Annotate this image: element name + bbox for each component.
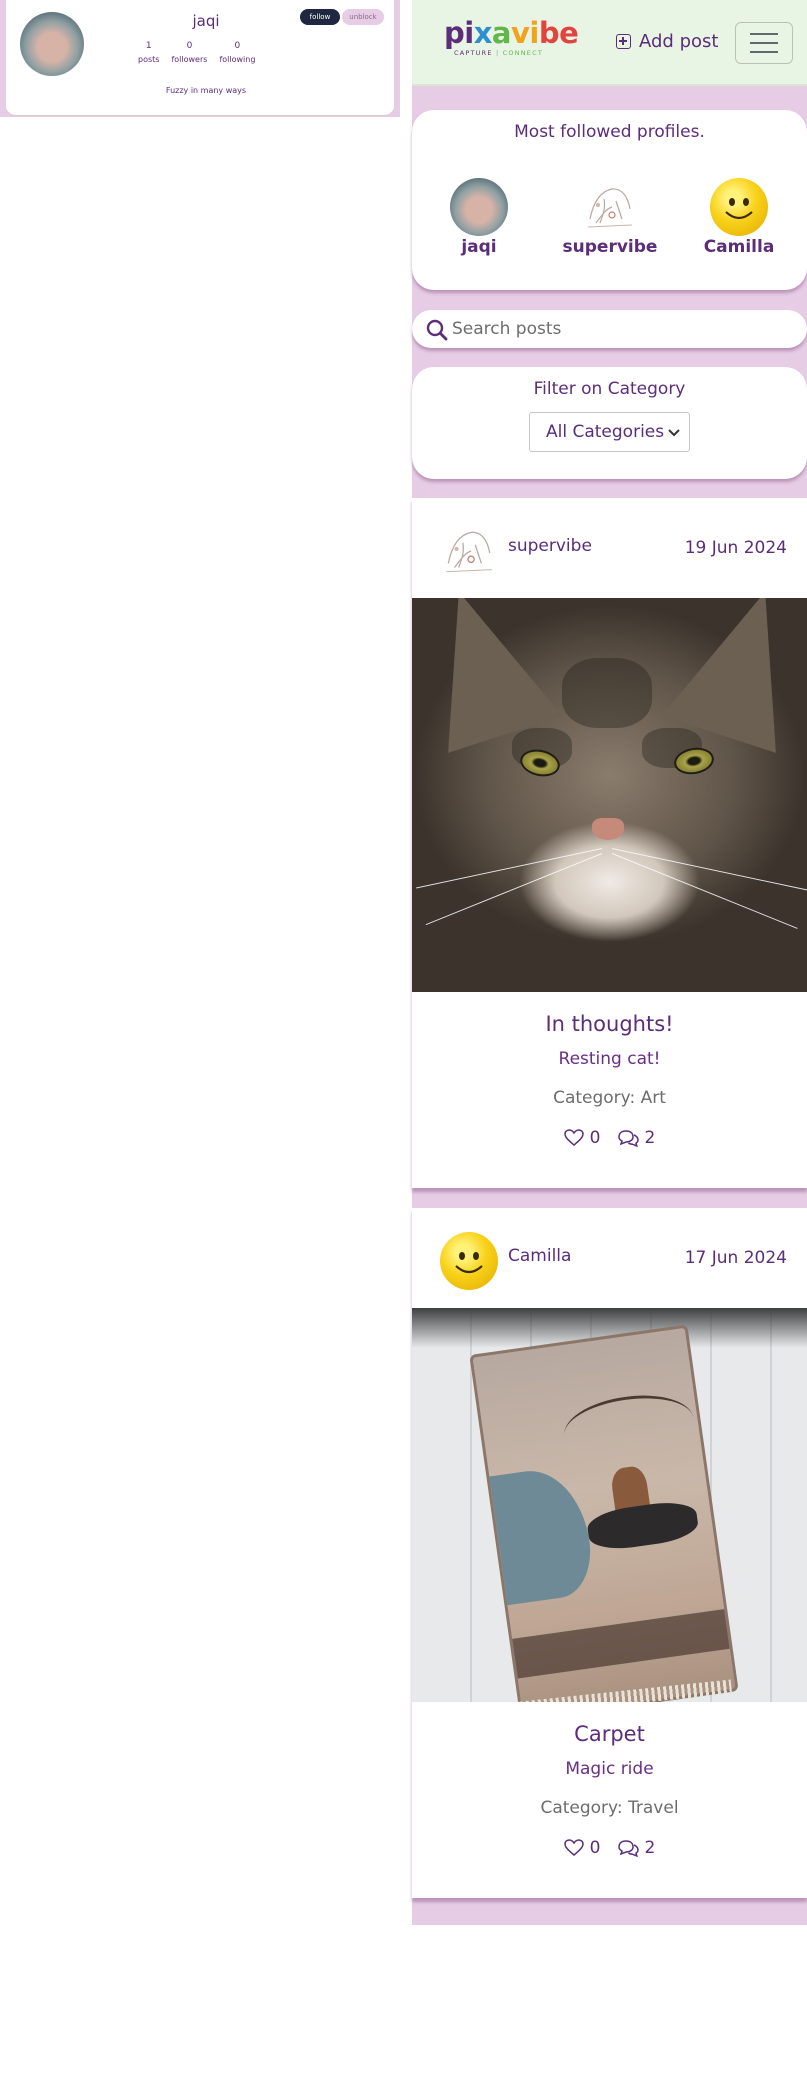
filter-panel: Filter on Category All Categories: [412, 367, 807, 479]
sketch-avatar-icon: [446, 531, 492, 573]
comments-icon[interactable]: [617, 1839, 639, 1857]
comment-count: 2: [644, 1838, 656, 1858]
post-date: 19 Jun 2024: [684, 538, 787, 558]
avatar[interactable]: [440, 522, 498, 580]
rug-donkey: [585, 1498, 700, 1554]
heart-icon[interactable]: [563, 1129, 584, 1147]
stat-following: 0 following: [219, 40, 255, 66]
navbar: pixavibe CAPTURE | CONNECT Add post: [412, 0, 807, 86]
post-card: Camilla 17 Jun 2024 Carpet Magic ride Ca…: [412, 1208, 807, 1898]
smiley-icon: [455, 1252, 483, 1274]
most-followed-title: Most followed profiles.: [514, 122, 705, 142]
plus-square-icon: [616, 34, 631, 49]
post-title: Carpet: [574, 1722, 645, 1746]
cat-nose: [592, 818, 624, 840]
search-input[interactable]: [452, 316, 792, 342]
sketch-avatar-icon: [587, 188, 633, 228]
category-select-value: All Categories: [546, 422, 665, 442]
logo-part: be: [538, 16, 579, 50]
post-username[interactable]: Camilla: [508, 1246, 571, 1266]
stat-followers: 0 followers: [171, 40, 207, 66]
post-image-cat[interactable]: [412, 598, 807, 992]
profile-card: jaqi 1 posts 0 followers 0 following fol…: [6, 0, 394, 116]
follow-button[interactable]: follow: [300, 9, 340, 25]
main-column: pixavibe CAPTURE | CONNECT Add post Most…: [412, 0, 807, 1925]
avatar[interactable]: [440, 1232, 498, 1290]
rug-ground: [512, 1609, 730, 1679]
avatar[interactable]: [450, 178, 508, 236]
stat-followers-count: 0: [186, 41, 193, 51]
logo-tagline: CAPTURE | CONNECT: [454, 49, 578, 57]
logo-part: pi: [444, 16, 474, 50]
avatar[interactable]: [581, 178, 639, 236]
profile-bio: Fuzzy in many ways: [165, 86, 247, 95]
post-title: In thoughts!: [545, 1012, 674, 1036]
hamburger-line: [750, 51, 778, 53]
stat-following-count: 0: [234, 41, 241, 51]
stat-posts-label: posts: [138, 55, 160, 64]
profile-panel: jaqi 1 posts 0 followers 0 following fol…: [0, 0, 400, 117]
post-subtitle: Resting cat!: [558, 1049, 661, 1069]
most-followed-name[interactable]: supervibe: [555, 237, 665, 257]
profile-name: jaqi: [192, 12, 220, 30]
filter-title: Filter on Category: [533, 379, 686, 399]
avatar[interactable]: [710, 178, 768, 236]
post-stats: 0 2: [412, 1128, 807, 1148]
cat-fur-shade: [562, 658, 652, 728]
post-image-carpet[interactable]: [412, 1308, 807, 1702]
add-post-link[interactable]: Add post: [616, 31, 718, 52]
post-category: Category: Travel: [540, 1798, 679, 1818]
search-bar[interactable]: [412, 310, 807, 348]
hamburger-menu-button[interactable]: [735, 22, 793, 64]
most-followed-name[interactable]: jaqi: [424, 237, 534, 257]
unblock-button[interactable]: unblock: [342, 9, 384, 25]
profile-avatar: [20, 12, 84, 76]
hamburger-line: [750, 42, 778, 44]
tagline-connect: CONNECT: [502, 49, 544, 57]
logo-wordmark: pixavibe: [444, 16, 579, 50]
like-count: 0: [589, 1838, 601, 1858]
stat-posts-count: 1: [145, 41, 152, 51]
post-date: 17 Jun 2024: [684, 1248, 787, 1268]
logo-part: a: [491, 16, 512, 50]
stat-following-label: following: [219, 55, 256, 64]
add-post-label: Add post: [639, 31, 719, 52]
post-stats: 0 2: [412, 1838, 807, 1858]
tagline-capture: CAPTURE: [454, 49, 493, 57]
post-username[interactable]: supervibe: [508, 536, 592, 556]
comments-icon[interactable]: [617, 1129, 639, 1147]
category-select[interactable]: All Categories: [529, 412, 690, 452]
heart-icon[interactable]: [563, 1839, 584, 1857]
rug-tree: [560, 1387, 698, 1466]
search-icon: [426, 319, 448, 341]
most-followed-profile[interactable]: supervibe: [555, 178, 665, 257]
stat-followers-label: followers: [171, 55, 208, 64]
post-card: supervibe 19 Jun 2024 In thoughts! Resti…: [412, 498, 807, 1188]
rug-hill: [489, 1463, 597, 1606]
most-followed-profile[interactable]: Camilla: [684, 178, 794, 257]
post-category: Category: Art: [553, 1088, 666, 1108]
logo-part: vi: [511, 16, 539, 50]
pixavibe-logo[interactable]: pixavibe CAPTURE | CONNECT: [444, 16, 579, 57]
stat-posts: 1 posts: [138, 40, 159, 66]
chevron-down-icon: [668, 429, 680, 437]
most-followed-profile[interactable]: jaqi: [424, 178, 534, 257]
comment-count: 2: [644, 1128, 656, 1148]
tagline-separator: |: [495, 49, 500, 57]
page-bottom-whitespace: [0, 1925, 807, 2073]
post-header: Camilla 17 Jun 2024: [412, 1208, 807, 1308]
most-followed-name[interactable]: Camilla: [684, 237, 794, 257]
smiley-icon: [725, 198, 753, 220]
logo-part: x: [473, 16, 493, 50]
post-subtitle: Magic ride: [565, 1759, 654, 1779]
post-header: supervibe 19 Jun 2024: [412, 498, 807, 598]
profile-stats: 1 posts 0 followers 0 following: [138, 40, 255, 66]
like-count: 0: [589, 1128, 601, 1148]
hamburger-menu-icon: [750, 33, 778, 35]
most-followed-panel: Most followed profiles. jaqi supervibe C…: [412, 110, 807, 290]
